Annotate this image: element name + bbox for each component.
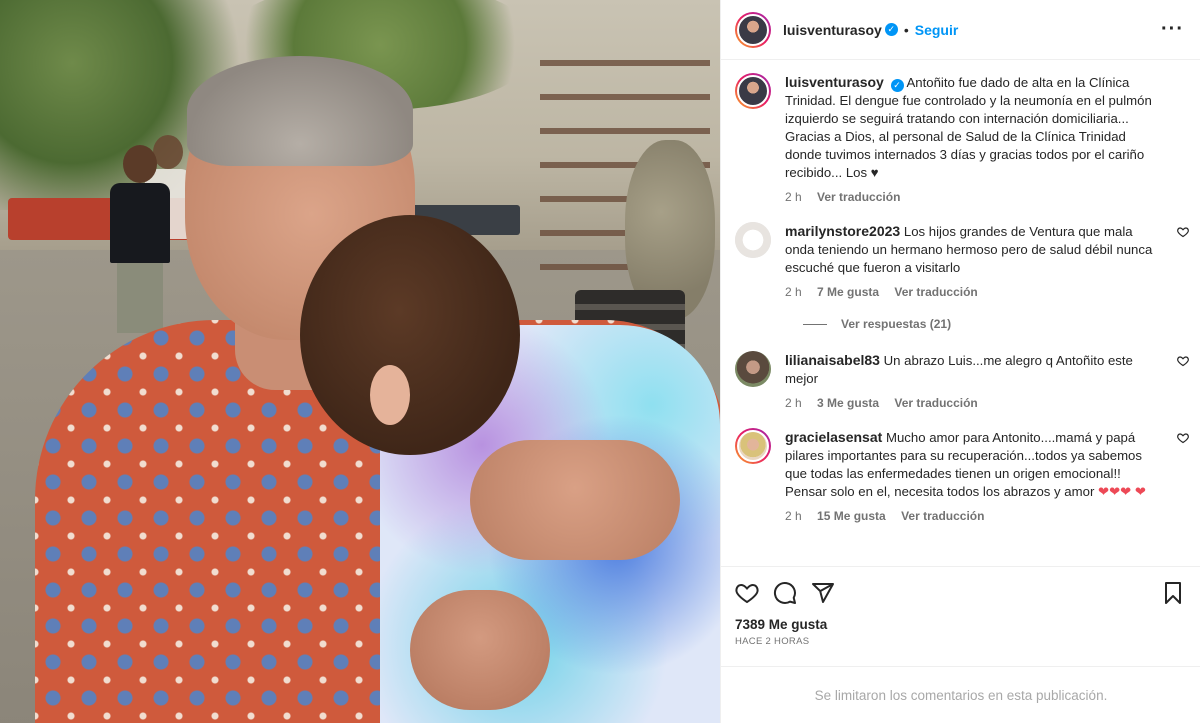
comment-username[interactable]: lilianaisabel83: [785, 352, 880, 368]
view-replies-button[interactable]: Ver respuestas (21): [803, 317, 1185, 331]
like-comment-heart-icon[interactable]: [1177, 226, 1189, 238]
like-comment-heart-icon[interactable]: [1177, 432, 1189, 444]
comment: gracielasensat Mucho amor para Antonito.…: [735, 428, 1189, 525]
replies-divider: [803, 323, 827, 325]
avatar[interactable]: [735, 222, 771, 258]
see-translation-link[interactable]: Ver traducción: [894, 285, 977, 299]
comment: lilianaisabel83 Un abrazo Luis...me aleg…: [735, 351, 1189, 412]
verified-badge-icon: ✓: [890, 79, 904, 92]
photo-boy-ear: [370, 365, 410, 425]
view-replies-label[interactable]: Ver respuestas (21): [841, 317, 951, 331]
photo-man-hand-lower: [410, 590, 550, 710]
header-username[interactable]: luisventurasoy: [783, 22, 882, 38]
photo-boy-head: [300, 215, 520, 455]
post-header: luisventurasoy ✓ • Seguir ···: [721, 0, 1200, 60]
comments-list[interactable]: luisventurasoy ✓ Antoñito fue dado de al…: [721, 61, 1200, 566]
save-icon[interactable]: [1161, 581, 1185, 605]
comment-likes[interactable]: 7 Me gusta: [817, 285, 879, 299]
photo-man-hair: [187, 56, 413, 166]
avatar[interactable]: [735, 428, 771, 464]
comment-time[interactable]: 2 h: [785, 396, 802, 410]
caption-text: Antoñito fue dado de alta en la Clínica …: [785, 75, 1152, 180]
comment-time[interactable]: 2 h: [785, 509, 802, 523]
caption: luisventurasoy ✓ Antoñito fue dado de al…: [735, 73, 1185, 206]
avatar[interactable]: [735, 351, 771, 387]
caption-time[interactable]: 2 h: [785, 190, 802, 204]
comment-username[interactable]: gracielasensat: [785, 429, 882, 445]
comment: marilynstore2023 Los hijos grandes de Ve…: [735, 222, 1189, 301]
red-hearts-emoji: ❤❤❤ ❤: [1098, 484, 1146, 499]
see-translation-link[interactable]: Ver traducción: [901, 509, 984, 523]
comment-username[interactable]: marilynstore2023: [785, 223, 900, 239]
avatar[interactable]: [735, 73, 771, 109]
more-options-icon[interactable]: ···: [1161, 18, 1184, 41]
see-translation-link[interactable]: Ver traducción: [817, 190, 900, 204]
likes-count[interactable]: 7389 Me gusta: [735, 617, 1185, 632]
see-translation-link[interactable]: Ver traducción: [894, 396, 977, 410]
post-photo[interactable]: [0, 0, 720, 723]
like-comment-heart-icon[interactable]: [1177, 355, 1189, 367]
comments-limited-notice: Se limitaron los comentarios en esta pub…: [721, 666, 1200, 723]
share-icon[interactable]: [811, 581, 835, 605]
separator-dot: •: [903, 21, 909, 38]
comment-time[interactable]: 2 h: [785, 285, 802, 299]
comment-likes[interactable]: 3 Me gusta: [817, 396, 879, 410]
comment-likes[interactable]: 15 Me gusta: [817, 509, 886, 523]
caption-username[interactable]: luisventurasoy: [785, 74, 884, 90]
comment-icon[interactable]: [773, 581, 797, 605]
post-panel: luisventurasoy ✓ • Seguir ··· luisventur…: [720, 0, 1200, 723]
heart-icon[interactable]: [735, 581, 759, 605]
instagram-post: luisventurasoy ✓ • Seguir ··· luisventur…: [0, 0, 1200, 723]
avatar[interactable]: [735, 11, 771, 48]
verified-badge-icon: ✓: [884, 23, 898, 36]
follow-button[interactable]: Seguir: [915, 22, 959, 38]
post-actions: 7389 Me gusta HACE 2 HORAS: [721, 566, 1200, 647]
photo-man-hand: [470, 440, 680, 560]
post-timestamp: HACE 2 HORAS: [735, 636, 810, 647]
